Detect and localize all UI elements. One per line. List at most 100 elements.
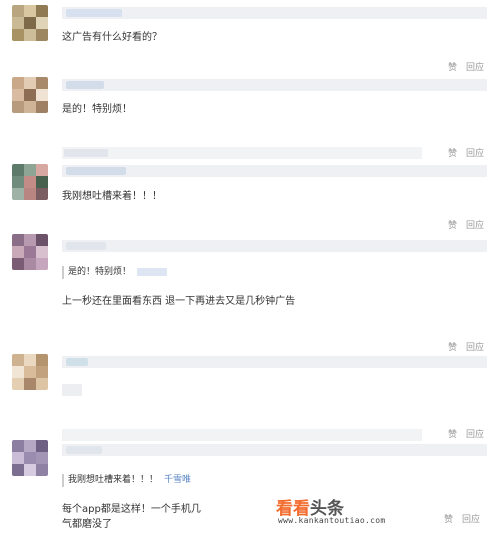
avatar[interactable] bbox=[12, 234, 48, 270]
avatar-pixel bbox=[36, 378, 48, 390]
comment-actions: 赞回应 bbox=[439, 146, 484, 159]
avatar-pixel bbox=[24, 176, 36, 188]
avatar-pixel bbox=[12, 354, 24, 366]
avatar-pixel bbox=[36, 29, 48, 41]
avatar[interactable] bbox=[12, 354, 48, 390]
like-button[interactable]: 赞 bbox=[448, 63, 457, 73]
username-bar[interactable] bbox=[62, 444, 487, 456]
reply-button[interactable]: 回应 bbox=[466, 149, 484, 159]
username-bar-top[interactable] bbox=[62, 147, 422, 159]
avatar-pixel bbox=[12, 234, 24, 246]
comment-text: 我刚想吐槽来着！！！ bbox=[62, 191, 162, 202]
avatar-pixel bbox=[24, 5, 36, 17]
avatar-pixel bbox=[36, 464, 48, 476]
comment-actions: 赞回应 bbox=[439, 427, 484, 440]
avatar-pixel bbox=[36, 5, 48, 17]
comment-actions: 赞回应 bbox=[439, 218, 484, 231]
avatar-pixel bbox=[12, 378, 24, 390]
blurred-comment-text bbox=[62, 384, 82, 396]
avatar-pixel bbox=[36, 17, 48, 29]
avatar-pixel bbox=[24, 452, 36, 464]
avatar-pixel bbox=[12, 101, 24, 113]
reply-button[interactable]: 回应 bbox=[466, 430, 484, 440]
like-button[interactable]: 赞 bbox=[448, 343, 457, 353]
avatar-pixel bbox=[24, 246, 36, 258]
username-bar-top[interactable] bbox=[62, 429, 422, 441]
avatar-pixel bbox=[12, 188, 24, 200]
comment-actions: 赞回应 bbox=[435, 512, 480, 525]
avatar-pixel bbox=[24, 17, 36, 29]
quoted-username[interactable] bbox=[137, 267, 168, 276]
avatar-pixel bbox=[24, 366, 36, 378]
reply-button[interactable]: 回应 bbox=[462, 515, 480, 525]
avatar-pixel bbox=[24, 101, 36, 113]
reply-button[interactable]: 回应 bbox=[466, 343, 484, 353]
username-bar[interactable] bbox=[62, 165, 487, 177]
avatar[interactable] bbox=[12, 5, 48, 41]
avatar-pixel bbox=[24, 89, 36, 101]
avatar-pixel bbox=[36, 440, 48, 452]
avatar-pixel bbox=[36, 452, 48, 464]
site-watermark: 看看头条 www.kankantoutiao.com bbox=[276, 494, 426, 532]
avatar-pixel bbox=[24, 234, 36, 246]
comment-text: 这广告有什么好看的？ bbox=[62, 32, 162, 43]
avatar-pixel bbox=[12, 440, 24, 452]
avatar-pixel bbox=[12, 17, 24, 29]
avatar[interactable] bbox=[12, 440, 48, 476]
reply-button[interactable]: 回应 bbox=[466, 63, 484, 73]
comment-actions: 赞回应 bbox=[439, 60, 484, 73]
avatar-pixel bbox=[36, 258, 48, 270]
avatar-pixel bbox=[12, 5, 24, 17]
like-button[interactable]: 赞 bbox=[448, 149, 457, 159]
avatar-pixel bbox=[24, 188, 36, 200]
username-bar[interactable] bbox=[62, 7, 487, 19]
avatar-pixel bbox=[36, 77, 48, 89]
avatar-pixel bbox=[24, 77, 36, 89]
avatar-pixel bbox=[36, 89, 48, 101]
comment-text: 是的！特别烦！ bbox=[62, 104, 132, 115]
avatar-pixel bbox=[12, 258, 24, 270]
quoted-reply: 我刚想吐槽来着！！！ 千雪唯 bbox=[62, 474, 191, 487]
quote-text: 是的！特别烦！ bbox=[68, 267, 132, 277]
avatar-pixel bbox=[12, 77, 24, 89]
avatar-pixel bbox=[36, 366, 48, 378]
avatar-pixel bbox=[24, 378, 36, 390]
avatar-pixel bbox=[12, 464, 24, 476]
avatar-pixel bbox=[24, 464, 36, 476]
avatar[interactable] bbox=[12, 77, 48, 113]
username-bar[interactable] bbox=[62, 356, 487, 368]
avatar-pixel bbox=[36, 354, 48, 366]
avatar-pixel bbox=[12, 164, 24, 176]
avatar-pixel bbox=[24, 29, 36, 41]
avatar-pixel bbox=[36, 188, 48, 200]
avatar[interactable] bbox=[12, 164, 48, 200]
avatar-pixel bbox=[36, 234, 48, 246]
avatar-pixel bbox=[12, 89, 24, 101]
watermark-url: www.kankantoutiao.com bbox=[278, 516, 386, 525]
quote-text: 我刚想吐槽来着！！！ bbox=[68, 475, 159, 485]
comment-text-line-1: 每个app都是这样！一个手机几 bbox=[62, 504, 201, 515]
comment-text-line-2: 气都磨没了 bbox=[62, 519, 112, 530]
avatar-pixel bbox=[12, 29, 24, 41]
avatar-pixel bbox=[12, 452, 24, 464]
avatar-pixel bbox=[12, 176, 24, 188]
avatar-pixel bbox=[24, 354, 36, 366]
avatar-pixel bbox=[36, 101, 48, 113]
reply-button[interactable]: 回应 bbox=[466, 221, 484, 231]
avatar-pixel bbox=[12, 246, 24, 258]
comment-actions: 赞回应 bbox=[439, 340, 484, 353]
avatar-pixel bbox=[24, 164, 36, 176]
quoted-reply: 是的！特别烦！ bbox=[62, 266, 168, 279]
comment-text: 上一秒还在里面看东西 退一下再进去又是几秒钟广告 bbox=[62, 296, 296, 307]
username-bar[interactable] bbox=[62, 240, 487, 252]
avatar-pixel bbox=[12, 366, 24, 378]
avatar-pixel bbox=[24, 258, 36, 270]
username-bar[interactable] bbox=[62, 79, 487, 91]
like-button[interactable]: 赞 bbox=[448, 430, 457, 440]
like-button[interactable]: 赞 bbox=[448, 221, 457, 231]
like-button[interactable]: 赞 bbox=[444, 515, 453, 525]
avatar-pixel bbox=[36, 164, 48, 176]
quoted-username[interactable]: 千雪唯 bbox=[164, 475, 191, 485]
avatar-pixel bbox=[36, 176, 48, 188]
avatar-pixel bbox=[36, 246, 48, 258]
